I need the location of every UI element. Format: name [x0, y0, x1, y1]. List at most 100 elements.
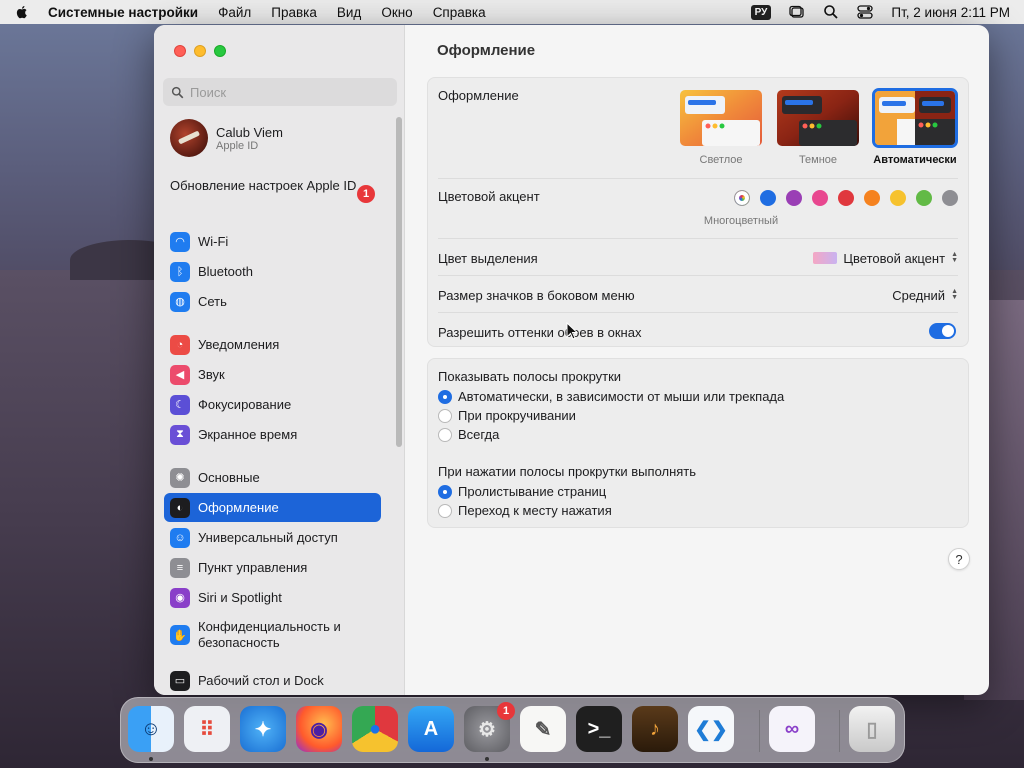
accent-row: Цветовой акцент — [438, 189, 958, 204]
textedit-icon[interactable]: ✎ — [520, 706, 566, 752]
sidebar-item-5[interactable]: ◀ Звук — [164, 360, 381, 389]
siri-icon: ◉ — [170, 587, 190, 608]
update-badge: 1 — [357, 185, 375, 203]
accent-purple-swatch[interactable] — [786, 190, 802, 206]
avatar — [170, 119, 208, 157]
appearance-light-option[interactable] — [680, 90, 762, 146]
click-option-next-page[interactable]: Пролистывание страниц — [438, 484, 606, 499]
sidebar-item-6[interactable]: ☾ Фокусирование — [164, 390, 381, 419]
accent-multicolor-swatch[interactable] — [734, 190, 750, 206]
accent-red-swatch[interactable] — [838, 190, 854, 206]
sidebar-scrollbar[interactable] — [396, 117, 402, 447]
stage-manager-icon[interactable] — [789, 4, 805, 20]
globe-icon: ◍ — [170, 291, 190, 312]
trash-icon[interactable]: ▯ — [849, 706, 895, 752]
sidebar-item-13[interactable]: ✋ Конфиденциальность и безопасность — [164, 617, 381, 653]
radio-icon — [438, 408, 452, 423]
icon-size-popup[interactable]: Средний ▲ ▼ — [892, 288, 958, 303]
accent-orange-swatch[interactable] — [864, 190, 880, 206]
sidebar-search[interactable] — [163, 78, 397, 106]
radio-selected-icon — [438, 389, 452, 404]
sidebar-item-1[interactable]: ◠ Wi-Fi — [164, 227, 381, 256]
chrome-icon[interactable]: ● — [352, 706, 398, 752]
sidebar-item-label: Универсальный доступ — [198, 529, 338, 545]
accent-graphite-swatch[interactable] — [942, 190, 958, 206]
control-center-icon: ≡ — [170, 557, 190, 578]
menu-file[interactable]: Файл — [218, 5, 251, 20]
highlight-value: Цветовой акцент — [843, 250, 946, 266]
keyboard-layout-indicator[interactable]: РУ — [750, 4, 772, 20]
menu-edit[interactable]: Правка — [271, 5, 317, 20]
zoom-window-button[interactable] — [214, 45, 226, 57]
divider — [438, 238, 958, 239]
radio-selected-icon — [438, 484, 452, 499]
control-center-icon[interactable] — [857, 4, 874, 20]
dock: ☺ ⠿ ✦ ◉ ● A ⚙ ✎ >_ ♪ ❮❯ ∞ ▯ 1 — [120, 697, 905, 763]
close-window-button[interactable] — [174, 45, 186, 57]
sidebar-item-10[interactable]: ☺ Универсальный доступ — [164, 523, 381, 552]
visual-studio-icon[interactable]: ∞ — [769, 706, 815, 752]
scrollbars-option-auto[interactable]: Автоматически, в зависимости от мыши или… — [438, 389, 784, 404]
menu-help[interactable]: Справка — [433, 5, 486, 20]
radio-label: Переход к месту нажатия — [458, 503, 612, 518]
radio-label: При прокручивании — [458, 408, 576, 423]
sidebar-item-11[interactable]: ≡ Пункт управления — [164, 553, 381, 582]
apple-id-account[interactable]: Calub Viem Apple ID — [170, 119, 283, 157]
mouse-cursor-icon — [566, 322, 578, 340]
window-controls — [174, 45, 226, 57]
accent-blue-swatch[interactable] — [760, 190, 776, 206]
running-indicator — [485, 757, 489, 761]
appearance-dark-label: Темное — [798, 154, 838, 166]
minimize-window-button[interactable] — [194, 45, 206, 57]
appearance-dark-option[interactable] — [777, 90, 859, 146]
appearance-auto-option[interactable] — [872, 88, 958, 148]
tinting-toggle[interactable] — [929, 323, 956, 339]
accent-yellow-swatch[interactable] — [890, 190, 906, 206]
menu-view[interactable]: Вид — [337, 5, 361, 20]
click-option-jump[interactable]: Переход к месту нажатия — [438, 503, 612, 518]
sidebar-item-3[interactable]: ◍ Сеть — [164, 287, 381, 316]
safari-icon[interactable]: ✦ — [240, 706, 286, 752]
accent-selected-name: Многоцветный — [703, 215, 779, 227]
menu-app-name[interactable]: Системные настройки — [48, 5, 198, 20]
radio-icon — [438, 427, 452, 442]
accent-green-swatch[interactable] — [916, 190, 932, 206]
accent-pink-swatch[interactable] — [812, 190, 828, 206]
sidebar-item-7[interactable]: ⧗ Экранное время — [164, 420, 381, 449]
radio-label: Автоматически, в зависимости от мыши или… — [458, 389, 785, 404]
app-store-icon[interactable]: A — [408, 706, 454, 752]
apple-menu-icon[interactable] — [14, 4, 30, 20]
user-subtitle: Apple ID — [216, 139, 259, 152]
scrollbars-option-always[interactable]: Всегда — [438, 427, 499, 442]
spotlight-search-icon[interactable] — [823, 4, 839, 20]
highlight-popup[interactable]: Цветовой акцент ▲ ▼ — [813, 251, 958, 266]
divider — [438, 178, 958, 179]
sidebar-item-8[interactable]: ✺ Основные — [164, 463, 381, 492]
search-input[interactable] — [190, 84, 380, 100]
menu-clock[interactable]: Пт, 2 июня 2:11 PM — [891, 5, 1010, 20]
sidebar-item-14[interactable]: ▭ Рабочий стол и Dock — [164, 666, 381, 695]
appearance-icon: ◐ — [170, 497, 190, 518]
finder-icon[interactable]: ☺ — [128, 706, 174, 752]
launchpad-icon[interactable]: ⠿ — [184, 706, 230, 752]
sidebar-item-12[interactable]: ◉ Siri и Spotlight — [164, 583, 381, 612]
firefox-icon[interactable]: ◉ — [296, 706, 342, 752]
vscode-icon[interactable]: ❮❯ — [688, 706, 734, 752]
apple-id-update-item[interactable]: Обновление настроек Apple ID — [170, 178, 380, 194]
sidebar-item-9[interactable]: ◐ Оформление — [164, 493, 381, 522]
sidebar: Calub Viem Apple ID Обновление настроек … — [154, 25, 405, 695]
settings-badge: 1 — [497, 702, 515, 720]
scrollbars-option-scrolling[interactable]: При прокручивании — [438, 408, 576, 423]
menu-bar: Системные настройки Файл Правка Вид Окно… — [0, 0, 1024, 24]
divider — [438, 312, 958, 313]
menu-window[interactable]: Окно — [381, 5, 412, 20]
sidebar-item-label: Сеть — [198, 293, 227, 309]
garageband-icon[interactable]: ♪ — [632, 706, 678, 752]
help-button[interactable]: ? — [948, 548, 970, 570]
terminal-icon[interactable]: >_ — [576, 706, 622, 752]
sidebar-item-2[interactable]: ᛒ Bluetooth — [164, 257, 381, 286]
sidebar-item-4[interactable]: ◔ Уведомления — [164, 330, 381, 359]
icon-size-row: Размер значков в боковом меню Средний ▲ ▼ — [438, 285, 958, 305]
appearance-light-label: Светлое — [699, 154, 743, 166]
sidebar-item-label: Конфиденциальность и безопасность — [198, 619, 341, 650]
